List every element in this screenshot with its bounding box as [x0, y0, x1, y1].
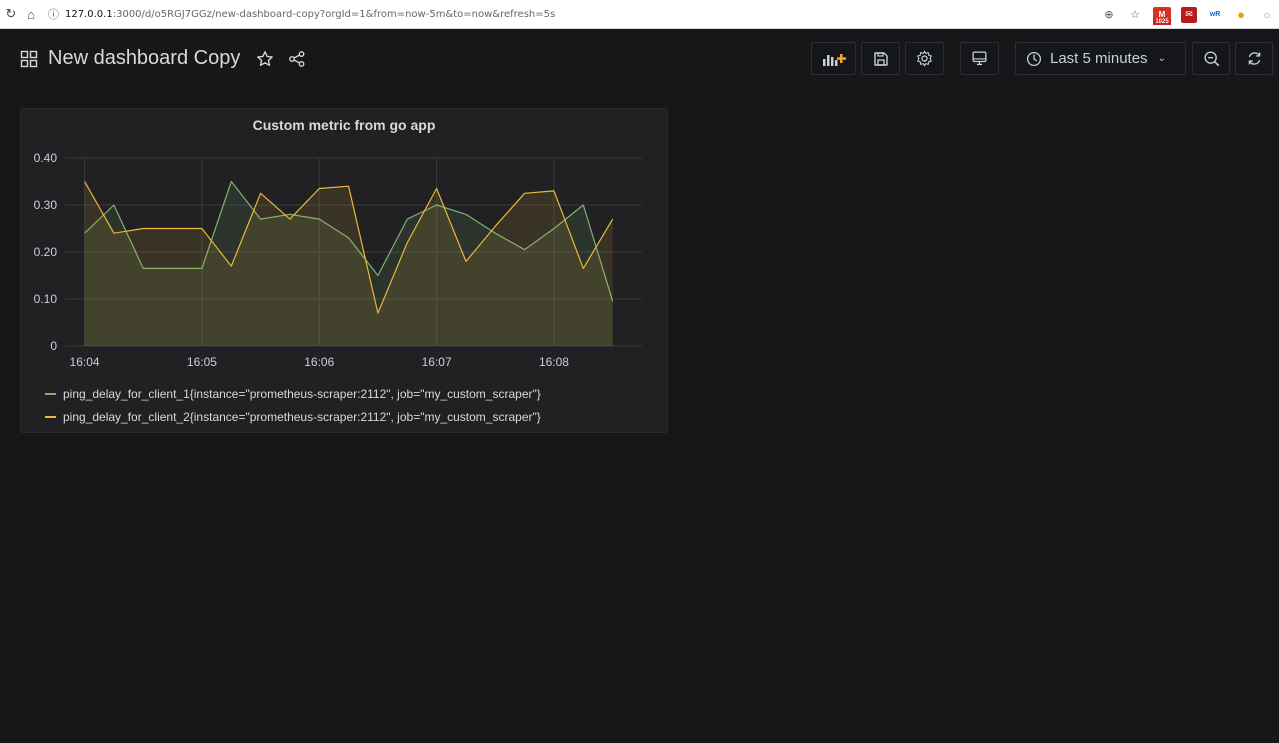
dashboard-header: New dashboard Copy Last 5 minutes ⌄ [0, 29, 1279, 89]
save-icon [873, 51, 888, 66]
gmail-extension-icon[interactable]: M 1025 [1153, 6, 1171, 25]
add-panel-button[interactable] [811, 42, 856, 75]
series-2-area [84, 181, 613, 346]
legend-item-series-1[interactable]: ping_delay_for_client_1{instance="promet… [45, 382, 541, 405]
y-tick-label: 0.10 [34, 292, 58, 306]
mail-extension-icon[interactable]: ✉ [1181, 6, 1197, 23]
x-tick-label: 16:08 [539, 355, 569, 369]
y-tick-label: 0.20 [34, 245, 58, 259]
monitor-icon [972, 51, 987, 66]
legend-swatch [45, 415, 56, 418]
y-tick-label: 0.40 [34, 151, 58, 165]
legend-swatch [45, 392, 56, 395]
zoom-out-button[interactable] [1192, 42, 1230, 75]
save-dashboard-button[interactable] [861, 42, 900, 75]
clock-icon [1026, 51, 1042, 66]
time-range-label: Last 5 minutes [1050, 50, 1148, 67]
x-tick-label: 16:05 [187, 355, 217, 369]
wordreference-extension-icon[interactable]: wR [1207, 7, 1223, 23]
browser-toolbar: ↻ ⌂ ⓘ 127.0.0.1:3000/d/o5RGJ7GGz/new-das… [0, 0, 1279, 29]
dashboard-grid-icon [20, 50, 38, 67]
add-panel-icon [822, 53, 846, 66]
address-bar[interactable]: ⓘ 127.0.0.1:3000/d/o5RGJ7GGz/new-dashboa… [48, 6, 555, 22]
dashboard-settings-button[interactable] [905, 42, 944, 75]
graph-panel[interactable]: Custom metric from go app 0 0.10 0.20 0.30 0… [20, 108, 668, 433]
dashboard-title-area: New dashboard Copy [20, 47, 306, 70]
chart-legend: ping_delay_for_client_1{instance="promet… [45, 382, 541, 428]
time-range-picker[interactable]: Last 5 minutes ⌄ [1015, 42, 1186, 75]
y-tick-label: 0.30 [34, 198, 58, 212]
legend-label: ping_delay_for_client_2{instance="promet… [63, 409, 541, 424]
legend-label: ping_delay_for_client_1{instance="promet… [63, 386, 541, 401]
line-chart[interactable]: 0 0.10 0.20 0.30 0.40 16:04 16:05 16:06 16:07 16:… [21, 109, 669, 379]
x-tick-label: 16:06 [304, 355, 334, 369]
emoji-extension-icon[interactable]: ● [1233, 7, 1249, 23]
url-path: :3000/d/o5RGJ7GGz/new-dashboard-copy?org… [112, 8, 556, 20]
gear-icon [917, 50, 932, 67]
chevron-down-icon: ⌄ [1157, 53, 1166, 64]
x-tick-label: 16:04 [70, 355, 100, 369]
gmail-unread-count: 1025 [1153, 18, 1171, 25]
dashboard-title[interactable]: New dashboard Copy [48, 47, 240, 70]
reload-icon[interactable]: ↻ [2, 5, 20, 23]
url-host: 127.0.0.1 [65, 8, 113, 20]
legend-item-series-2[interactable]: ping_delay_for_client_2{instance="promet… [45, 405, 541, 428]
browser-extensions: ⊕ ☆ M 1025 ✉ wR ● ○ [1101, 0, 1275, 29]
view-mode-button[interactable] [960, 42, 999, 75]
zoom-out-icon [1203, 51, 1219, 67]
info-icon[interactable]: ⓘ [48, 6, 59, 22]
circle-extension-icon[interactable]: ○ [1259, 7, 1275, 23]
refresh-icon [1248, 52, 1260, 65]
zoom-icon[interactable]: ⊕ [1101, 7, 1117, 23]
y-tick-label: 0 [50, 339, 57, 353]
bookmark-star-icon[interactable]: ☆ [1127, 7, 1143, 23]
refresh-button[interactable] [1235, 42, 1273, 75]
star-icon[interactable] [256, 50, 274, 68]
share-icon[interactable] [288, 50, 306, 68]
home-icon[interactable]: ⌂ [22, 5, 40, 23]
x-tick-label: 16:07 [422, 355, 452, 369]
